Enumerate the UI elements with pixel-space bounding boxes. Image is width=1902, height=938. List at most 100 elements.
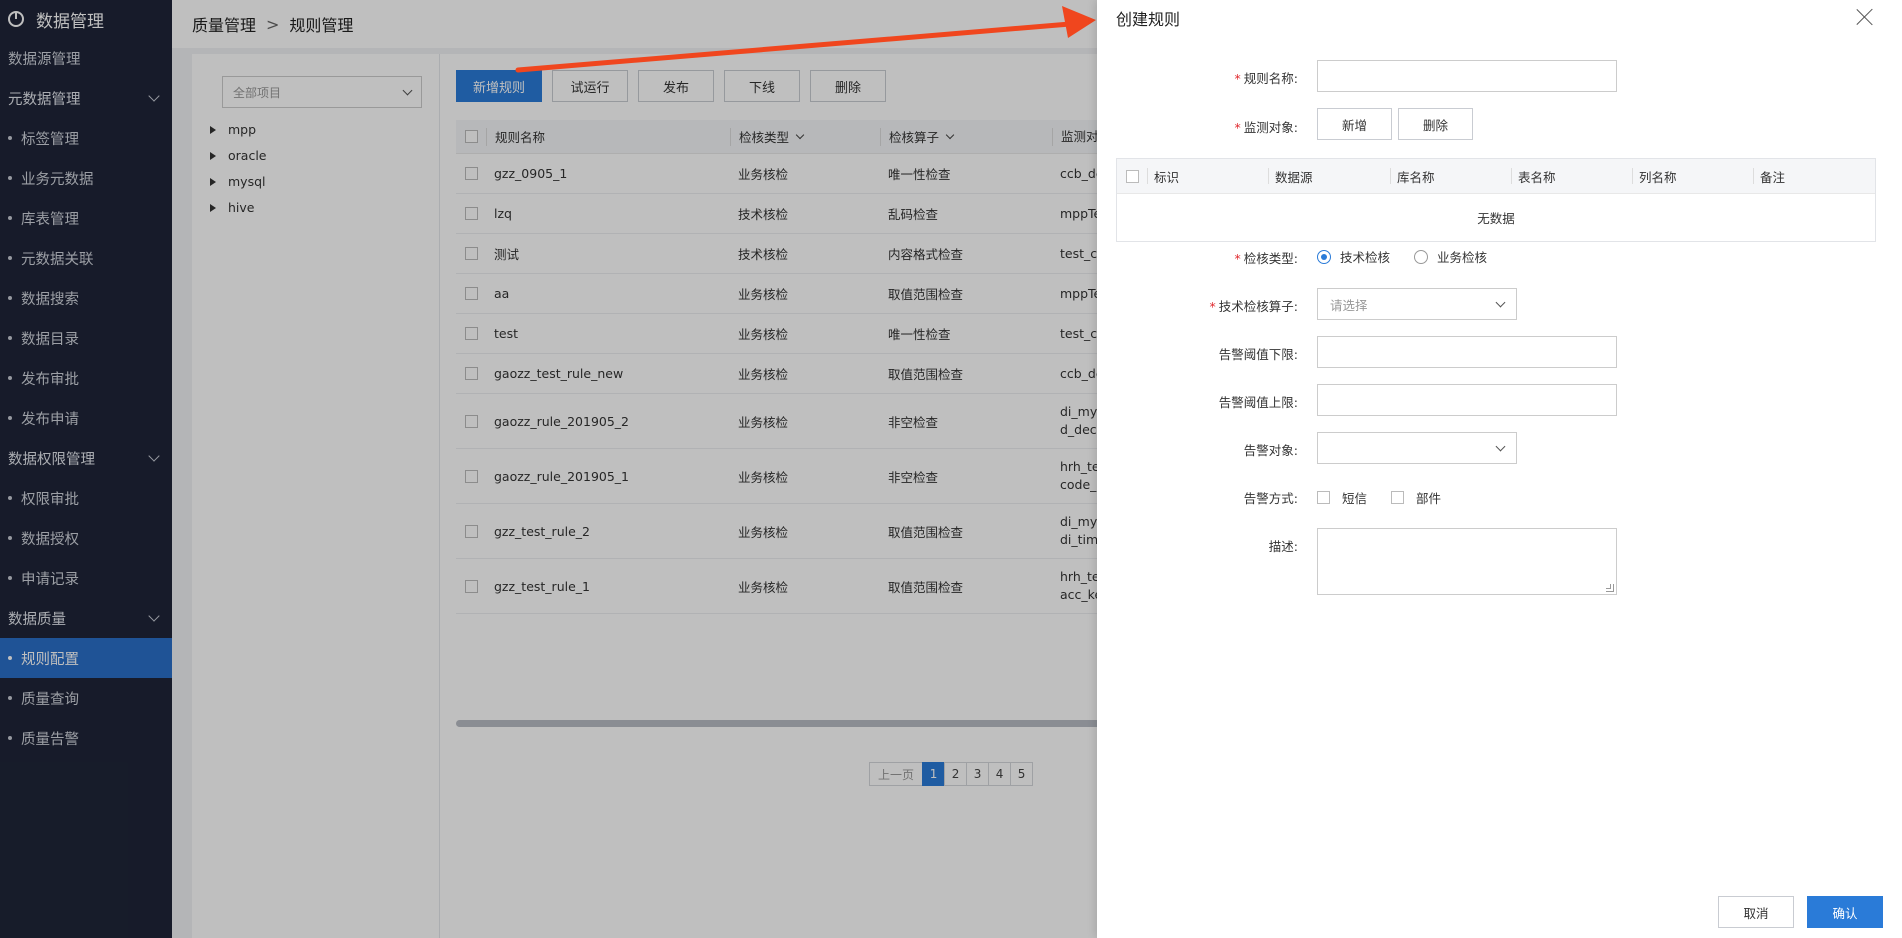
page-4[interactable]: 4 bbox=[988, 762, 1012, 786]
tree-node-hive[interactable]: hive bbox=[210, 200, 254, 215]
operator-select-placeholder: 请选择 bbox=[1330, 297, 1368, 313]
trial-run-button[interactable]: 试运行 bbox=[552, 70, 629, 102]
sidebar-item[interactable]: 质量查询 bbox=[0, 678, 172, 718]
tree-node-mysql[interactable]: mysql bbox=[210, 174, 266, 189]
select-all-checkbox[interactable] bbox=[464, 130, 478, 143]
tree-node-label: mysql bbox=[228, 174, 266, 189]
sidebar-item[interactable]: 数据授权 bbox=[0, 518, 172, 558]
col-check-type: 检核类型 bbox=[739, 130, 790, 145]
breadcrumb-current: 规则管理 bbox=[289, 16, 354, 35]
tree-node-label: mpp bbox=[228, 122, 257, 137]
radio-unchecked-icon[interactable] bbox=[1414, 249, 1429, 264]
page-2[interactable]: 2 bbox=[944, 762, 968, 786]
row-checkbox[interactable] bbox=[464, 414, 478, 428]
cell-check-type: 技术核检 bbox=[738, 247, 789, 262]
confirm-button[interactable]: 确认 bbox=[1807, 896, 1883, 928]
resize-handle-icon[interactable] bbox=[1606, 584, 1614, 592]
sidebar-item[interactable]: 元数据关联 bbox=[0, 238, 172, 278]
row-checkbox[interactable] bbox=[464, 247, 478, 260]
monitor-delete-button[interactable]: 删除 bbox=[1398, 108, 1473, 140]
sidebar-item[interactable]: 业务元数据 bbox=[0, 158, 172, 198]
check-type-radio-group: 技术检核 业务检核 bbox=[1317, 247, 1511, 266]
row-checkbox[interactable] bbox=[464, 207, 478, 220]
sidebar-item[interactable]: 数据权限管理 bbox=[0, 438, 172, 478]
create-rule-drawer: 创建规则 * 规则名称: * 监测对象: 新增 删除 标识 数据源 库名称 表名称 … bbox=[1097, 0, 1902, 938]
breadcrumb-separator: > bbox=[266, 14, 280, 34]
offline-button[interactable]: 下线 bbox=[724, 70, 801, 102]
page-5[interactable]: 5 bbox=[1010, 762, 1034, 786]
sidebar-item[interactable]: 申请记录 bbox=[0, 558, 172, 598]
sidebar-item[interactable]: 数据目录 bbox=[0, 318, 172, 358]
sidebar-item[interactable]: 库表管理 bbox=[0, 198, 172, 238]
close-icon[interactable] bbox=[1856, 8, 1874, 26]
bullet-icon bbox=[8, 496, 12, 500]
project-select[interactable]: 全部项目 bbox=[222, 76, 422, 108]
radio-business[interactable]: 业务检核 bbox=[1414, 247, 1487, 266]
cell-rule-name: gzz_test_rule_1 bbox=[494, 578, 590, 594]
sidebar-item[interactable]: 权限审批 bbox=[0, 478, 172, 518]
sidebar: 数据管理 数据源管理 元数据管理 标签管理 业务元数据库表管理元数据关联 数据搜索 数据目… bbox=[0, 0, 172, 938]
sidebar-item[interactable]: 元数据管理 bbox=[0, 78, 172, 118]
tree-node-mpp[interactable]: mpp bbox=[210, 122, 256, 137]
monitor-select-all-checkbox[interactable] bbox=[1125, 169, 1139, 183]
cell-check-type: 业务核检 bbox=[738, 167, 789, 182]
monitor-add-button[interactable]: 新增 bbox=[1317, 108, 1392, 140]
bullet-icon bbox=[8, 176, 12, 180]
horizontal-scrollbar[interactable] bbox=[456, 720, 1156, 727]
row-checkbox[interactable] bbox=[464, 167, 478, 180]
filter-chevron-icon[interactable] bbox=[795, 130, 805, 140]
sidebar-item[interactable]: 发布申请 bbox=[0, 398, 172, 438]
checkbox-icon[interactable] bbox=[1391, 491, 1405, 504]
label-rule-name: * 规则名称: bbox=[1234, 71, 1298, 86]
checkbox-parts[interactable]: 部件 bbox=[1391, 488, 1441, 507]
sidebar-item[interactable]: 标签管理 bbox=[0, 118, 172, 158]
sidebar-item[interactable]: 数据质量 bbox=[0, 598, 172, 638]
label-monitor: * 监测对象: bbox=[1234, 120, 1298, 135]
row-checkbox[interactable] bbox=[464, 287, 478, 300]
upper-threshold-input[interactable] bbox=[1317, 384, 1617, 416]
page-3[interactable]: 3 bbox=[966, 762, 990, 786]
col-monitor: 监测对 bbox=[1061, 128, 1099, 144]
label-alarm-method: 告警方式: bbox=[1243, 491, 1298, 506]
description-textarea[interactable] bbox=[1317, 528, 1617, 595]
add-rule-button[interactable]: 新增规则 bbox=[456, 70, 543, 102]
sidebar-item[interactable]: 数据源管理 bbox=[0, 38, 172, 78]
prev-page-button[interactable]: 上一页 bbox=[869, 762, 924, 786]
delete-button[interactable]: 删除 bbox=[810, 70, 887, 102]
sidebar-item[interactable]: 数据搜索 bbox=[0, 278, 172, 318]
lower-threshold-input[interactable] bbox=[1317, 336, 1617, 368]
checkbox-icon[interactable] bbox=[1317, 491, 1330, 504]
row-checkbox[interactable] bbox=[464, 469, 478, 483]
rule-name-input[interactable] bbox=[1317, 60, 1617, 92]
caret-right-icon[interactable] bbox=[210, 125, 216, 134]
sidebar-item-label: 库表管理 bbox=[21, 211, 79, 228]
row-checkbox[interactable] bbox=[464, 327, 478, 340]
breadcrumb-parent[interactable]: 质量管理 bbox=[192, 12, 256, 36]
operator-select[interactable]: 请选择 bbox=[1317, 288, 1517, 320]
row-checkbox[interactable] bbox=[464, 579, 478, 593]
label-upper-threshold: 告警阈值上限: bbox=[1218, 395, 1298, 410]
cancel-button[interactable]: 取消 bbox=[1718, 896, 1794, 928]
sidebar-item-label: 质量查询 bbox=[21, 691, 79, 708]
checkbox-sms[interactable]: 短信 bbox=[1317, 488, 1367, 507]
sidebar-item[interactable]: 质量告警 bbox=[0, 718, 172, 758]
alarm-target-select[interactable] bbox=[1317, 432, 1517, 464]
caret-right-icon[interactable] bbox=[210, 177, 216, 186]
cell-check-type: 业务核检 bbox=[738, 469, 789, 485]
radio-checked-icon[interactable] bbox=[1317, 249, 1331, 264]
toolbar: 新增规则 试运行 发布 下线 删除 bbox=[456, 70, 887, 102]
filter-chevron-icon[interactable] bbox=[945, 130, 955, 140]
sidebar-item[interactable]: 发布审批 bbox=[0, 358, 172, 398]
sidebar-item-label: 发布审批 bbox=[21, 371, 79, 388]
bullet-icon bbox=[8, 536, 12, 540]
row-checkbox[interactable] bbox=[464, 524, 478, 538]
sidebar-item[interactable]: 规则配置 bbox=[0, 638, 172, 678]
tree-node-oracle[interactable]: oracle bbox=[210, 148, 266, 163]
caret-right-icon[interactable] bbox=[210, 203, 216, 212]
page-1[interactable]: 1 bbox=[922, 762, 946, 786]
caret-right-icon[interactable] bbox=[210, 151, 216, 160]
sidebar-brand[interactable]: 数据管理 bbox=[0, 0, 172, 38]
radio-technical[interactable]: 技术检核 bbox=[1317, 247, 1390, 266]
row-checkbox[interactable] bbox=[464, 367, 478, 380]
publish-button[interactable]: 发布 bbox=[638, 70, 715, 102]
